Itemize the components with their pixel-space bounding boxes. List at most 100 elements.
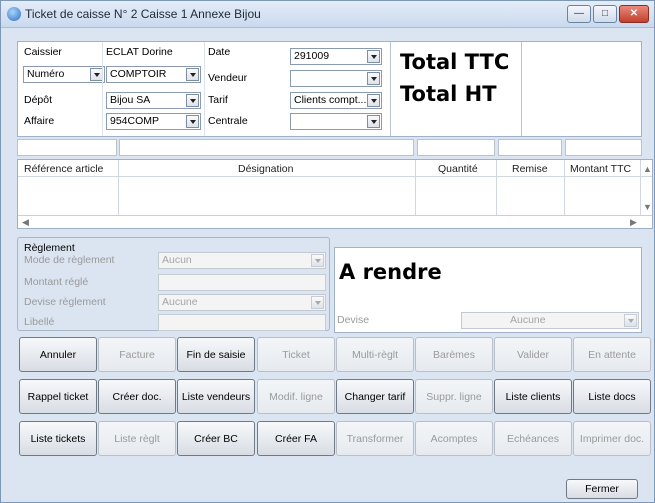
rappel-ticket-button[interactable]: Rappel ticket <box>19 379 97 414</box>
libelle-input[interactable] <box>158 314 326 331</box>
devise-reglement-select[interactable]: Aucune <box>158 294 326 311</box>
montant-regle-input[interactable] <box>158 274 326 291</box>
liste-vendeurs-button[interactable]: Liste vendeurs <box>177 379 255 414</box>
remise-input[interactable] <box>498 139 562 156</box>
fermer-button[interactable]: Fermer <box>566 479 638 499</box>
comptoir-value: COMPTOIR <box>110 68 167 80</box>
mode-value: Aucun <box>162 254 192 266</box>
close-icon: ✕ <box>629 8 639 19</box>
changer-tarif-button[interactable]: Changer tarif <box>336 379 414 414</box>
valider-button[interactable]: Valider <box>494 337 572 372</box>
button-label: Liste docs <box>588 390 636 403</box>
designation-input[interactable] <box>119 139 414 156</box>
ref-article-input[interactable] <box>17 139 117 156</box>
divider <box>564 160 565 215</box>
liste-clients-button[interactable]: Liste clients <box>494 379 572 414</box>
chevron-down-icon[interactable] <box>367 50 380 63</box>
date-label: Date <box>208 46 231 58</box>
minimize-icon: — <box>574 8 584 19</box>
chevron-down-icon[interactable] <box>186 115 199 128</box>
quantite-input[interactable] <box>417 139 495 156</box>
col-header[interactable]: Désignation <box>238 163 293 175</box>
numero-select[interactable]: Numéro <box>23 66 105 83</box>
button-label: Liste vendeurs <box>181 390 251 403</box>
col-header[interactable]: Référence article <box>24 163 103 175</box>
button-label: En attente <box>588 348 636 361</box>
cr-er-bc-button[interactable]: Créer BC <box>177 421 255 456</box>
button-label: Créer BC <box>194 432 238 445</box>
article-grid[interactable]: Référence article Désignation Quantité R… <box>17 159 653 229</box>
button-label: Liste clients <box>505 390 561 403</box>
scroll-right-icon[interactable]: ▶ <box>630 217 637 228</box>
comptoir-select[interactable]: COMPTOIR <box>106 66 201 83</box>
chevron-down-icon[interactable] <box>186 68 199 81</box>
annuler-button[interactable]: Annuler <box>19 337 97 372</box>
chevron-down-icon[interactable] <box>367 115 380 128</box>
imprimer-doc-button[interactable]: Imprimer doc. <box>573 421 651 456</box>
chevron-down-icon[interactable] <box>311 254 324 267</box>
scroll-up-icon[interactable]: ▲ <box>643 164 652 174</box>
mode-reglement-select[interactable]: Aucun <box>158 252 326 269</box>
fin-de-saisie-button[interactable]: Fin de saisie <box>177 337 255 372</box>
scroll-left-icon[interactable]: ◀ <box>22 217 29 228</box>
chevron-down-icon[interactable] <box>367 72 380 85</box>
bar-mes-button[interactable]: Barèmes <box>415 337 493 372</box>
liste-tickets-button[interactable]: Liste tickets <box>19 421 97 456</box>
divider <box>390 42 391 136</box>
button-label: Annuler <box>39 348 77 361</box>
button-label: Multi-règlt <box>351 348 399 361</box>
facture-button[interactable]: Facture <box>98 337 176 372</box>
devise2-label: Devise <box>337 314 370 326</box>
scroll-down-icon[interactable]: ▼ <box>643 202 652 212</box>
affaire-value: 954COMP <box>110 115 160 127</box>
liste-r-glt-button[interactable]: Liste règlt <box>98 421 176 456</box>
reglement-title: Règlement <box>24 242 75 254</box>
col-header[interactable]: Montant TTC <box>570 163 631 175</box>
date-select[interactable]: 291009 <box>290 48 382 65</box>
tarif-select[interactable]: Clients compt... <box>290 92 382 109</box>
button-label: Barèmes <box>432 348 475 361</box>
cr-er-doc-button[interactable]: Créer doc. <box>98 379 176 414</box>
maximize-icon: □ <box>601 8 609 19</box>
transformer-button[interactable]: Transformer <box>336 421 414 456</box>
button-label: Transformer <box>346 432 404 445</box>
numero-value: Numéro <box>27 68 65 80</box>
divider <box>102 42 103 136</box>
depot-select[interactable]: Bijou SA <box>106 92 201 109</box>
caissier-label: Caissier <box>24 46 62 58</box>
vendeur-select[interactable] <box>290 70 382 87</box>
ticket-window: Ticket de caisse N° 2 Caisse 1 Annexe Bi… <box>0 0 655 503</box>
close-button[interactable]: ✕ <box>619 5 649 23</box>
chevron-down-icon[interactable] <box>367 94 380 107</box>
acomptes-button[interactable]: Acomptes <box>415 421 493 456</box>
multi-r-glt-button[interactable]: Multi-règlt <box>336 337 414 372</box>
col-header[interactable]: Quantité <box>438 163 478 175</box>
en-attente-button[interactable]: En attente <box>573 337 651 372</box>
montant-input[interactable] <box>565 139 642 156</box>
col-header[interactable]: Remise <box>512 163 548 175</box>
suppr-ligne-button[interactable]: Suppr. ligne <box>415 379 493 414</box>
centrale-select[interactable] <box>290 113 382 130</box>
chevron-down-icon[interactable] <box>311 296 324 309</box>
divider <box>496 160 497 215</box>
ech-ances-button[interactable]: Echéances <box>494 421 572 456</box>
montant-label: Montant réglé <box>24 276 89 288</box>
minimize-button[interactable]: — <box>567 5 591 23</box>
reglement-group: Règlement Mode de règlement Aucun Montan… <box>17 237 330 331</box>
devise-select[interactable]: Aucune <box>461 312 639 329</box>
depot-value: Bijou SA <box>110 94 151 106</box>
modif-ligne-button[interactable]: Modif. ligne <box>257 379 335 414</box>
header-panel: Caissier ECLAT Dorine Numéro COMPTOIR Dé… <box>17 41 642 137</box>
affaire-select[interactable]: 954COMP <box>106 113 201 130</box>
chevron-down-icon[interactable] <box>624 314 637 327</box>
cr-er-fa-button[interactable]: Créer FA <box>257 421 335 456</box>
total-ttc: Total TTC <box>400 50 510 74</box>
liste-docs-button[interactable]: Liste docs <box>573 379 651 414</box>
divider <box>521 42 522 136</box>
divider <box>204 42 205 136</box>
horizontal-scrollbar[interactable] <box>18 215 652 216</box>
divider <box>415 160 416 215</box>
ticket-button[interactable]: Ticket <box>257 337 335 372</box>
chevron-down-icon[interactable] <box>186 94 199 107</box>
maximize-button[interactable]: □ <box>593 5 617 23</box>
